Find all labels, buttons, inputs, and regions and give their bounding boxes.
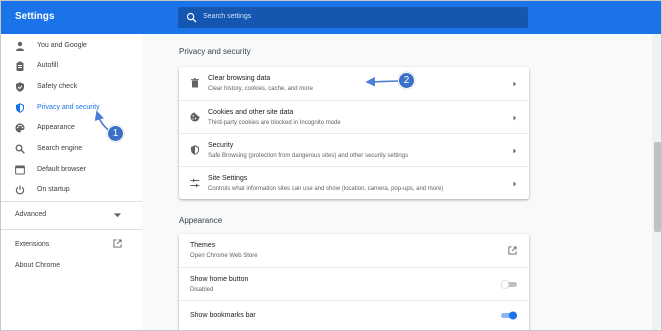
callout-badge-1: 1 bbox=[107, 125, 124, 142]
annotation-arrows bbox=[94, 76, 399, 133]
callout-badge-2: 2 bbox=[398, 72, 415, 89]
callout-arrow-2 bbox=[365, 76, 399, 87]
settings-window: Settings Search settings You and Google … bbox=[0, 0, 662, 331]
